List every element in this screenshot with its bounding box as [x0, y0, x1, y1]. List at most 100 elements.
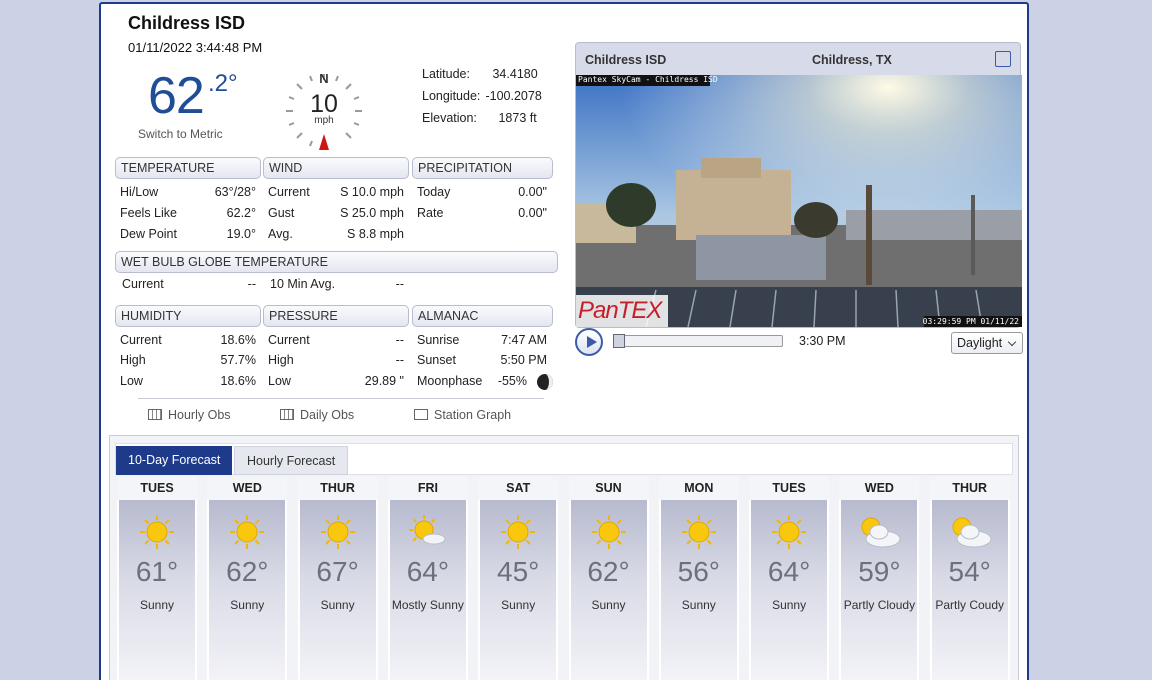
forecast-day[interactable]: TUES 64° Sunny [749, 476, 830, 680]
forecast-day-name: THUR [929, 476, 1010, 500]
wind-row-value: S 25.0 mph [340, 206, 404, 220]
humidity-row-label: Low [120, 374, 143, 388]
wind-row: Current S 10.0 mph [268, 185, 404, 199]
temperature-row: Feels Like 62.2° [120, 206, 256, 220]
forecast-day-condition: Sunny [139, 598, 175, 612]
timeline-slider[interactable] [613, 334, 783, 348]
wet-bulb-row-value: -- [395, 277, 404, 291]
compass-wind-unit: mph [314, 115, 334, 126]
humidity-row-label: High [120, 353, 146, 367]
almanac-row-value: 7:47 AM [501, 333, 547, 347]
precipitation-row: Rate 0.00" [417, 206, 547, 220]
humidity-row-value: 18.6% [220, 333, 256, 347]
tab-10-day-forecast[interactable]: 10-Day Forecast [116, 446, 233, 475]
humidity-row: Current 18.6% [120, 333, 256, 347]
sun-icon [209, 512, 285, 552]
camera-mode-select[interactable]: Daylight [951, 332, 1023, 354]
forecast-day[interactable]: TUES 61° Sunny [117, 476, 197, 680]
temperature-header: TEMPERATURE [115, 157, 261, 179]
forecast-day[interactable]: FRI 64° Mostly Sunny [387, 476, 468, 680]
almanac-row-label: Sunset [417, 353, 456, 367]
forecast-day[interactable]: MON 56° Sunny [658, 476, 739, 680]
hourly-obs-label: Hourly Obs [168, 408, 231, 422]
forecast-day[interactable]: SAT 45° Sunny [478, 476, 559, 680]
forecast-day[interactable]: WED 62° Sunny [207, 476, 288, 680]
forecast-day-body: 62° Sunny [209, 500, 286, 680]
forecast-day-condition: Partly Coudy [935, 598, 1005, 612]
forecast-day[interactable]: WED 59° Partly Cloudy [839, 476, 920, 680]
almanac-row-value: 5:50 PM [500, 353, 547, 367]
forecast-day[interactable]: THUR 54° Partly Coudy [929, 476, 1010, 680]
wind-row-label: Current [268, 185, 310, 199]
precipitation-header: PRECIPITATION [412, 157, 553, 179]
almanac-row: Sunrise 7:47 AM [417, 333, 547, 347]
wind-direction-arrow-icon [319, 134, 329, 150]
almanac-row-value: -55% [497, 374, 527, 388]
longitude-row: Longitude: -100.2078 [422, 89, 542, 103]
humidity-row: Low 18.6% [120, 374, 256, 388]
forecast-day-condition: Sunny [501, 598, 536, 612]
humidity-row-label: Current [120, 333, 162, 347]
wind-row: Gust S 25.0 mph [268, 206, 404, 220]
forecast-day-temp: 54° [948, 556, 991, 587]
expand-icon[interactable] [995, 51, 1011, 67]
forecast-day-name: WED [839, 476, 920, 500]
forecast-day-condition: Sunny [320, 598, 355, 612]
pressure-row-label: High [268, 353, 294, 367]
precipitation-row: Today 0.00" [417, 185, 547, 199]
webcam-panel: Childress ISD Childress, TX Pantex SkyCa… [575, 42, 1022, 328]
mostly-sunny-icon [390, 512, 466, 552]
partly-cloudy-icon [841, 512, 917, 552]
webcam-image[interactable]: Pantex SkyCam - Childress ISD 03:29:59 P… [576, 75, 1022, 327]
daily-obs-label: Daily Obs [300, 408, 355, 422]
wind-header: WIND [263, 157, 409, 179]
camera-mode-value: Daylight [957, 336, 1003, 350]
temperature-row-value: 63°/28° [214, 185, 256, 199]
temperature-row: Hi/Low 63°/28° [120, 185, 256, 199]
tab-hourly-forecast[interactable]: Hourly Forecast [234, 446, 349, 475]
wet-bulb-header: WET BULB GLOBE TEMPERATURE [115, 251, 558, 273]
pressure-row-label: Current [268, 333, 310, 347]
partly-cloudy-icon [932, 512, 1008, 552]
slider-thumb[interactable] [613, 334, 625, 348]
station-title: Childress ISD [128, 13, 246, 33]
forecast-day-name: THUR [297, 476, 378, 500]
pressure-section: PRESSURE [263, 305, 409, 327]
temperature-row-label: Feels Like [120, 206, 177, 220]
sun-icon [480, 512, 556, 552]
forecast-day-name: TUES [117, 476, 197, 500]
almanac-row: Sunset 5:50 PM [417, 353, 547, 367]
switch-units-link[interactable]: Switch to Metric [138, 127, 223, 141]
forecast-day[interactable]: SUN 62° Sunny [568, 476, 649, 680]
forecast-day-temp: 67° [316, 556, 359, 587]
forecast-day-body: 54° Partly Coudy [931, 500, 1008, 680]
humidity-row-value: 57.7% [220, 353, 256, 367]
forecast-day-body: 64° Sunny [751, 500, 828, 680]
elevation-label: Elevation: [422, 111, 477, 125]
forecast-day-body: 61° Sunny [119, 500, 195, 680]
precipitation-section: PRECIPITATION [412, 157, 553, 179]
latitude-row: Latitude: 34.4180 [422, 67, 538, 81]
forecast-day-temp: 64° [767, 556, 811, 587]
daily-obs-link[interactable]: Daily Obs [280, 408, 354, 422]
wind-section: WIND [263, 157, 409, 179]
pressure-row-value: 29.89 " [364, 374, 404, 388]
wet-bulb-row-value: -- [247, 277, 256, 291]
play-icon[interactable] [575, 328, 603, 356]
forecast-day-body: 64° Mostly Sunny [389, 500, 466, 680]
humidity-section: HUMIDITY [115, 305, 261, 327]
sun-icon [119, 512, 195, 552]
latitude-label: Latitude: [422, 67, 470, 81]
humidity-row: High 57.7% [120, 353, 256, 367]
sun-icon [751, 512, 827, 552]
wet-bulb-row-label: Current [122, 277, 164, 291]
almanac-row-label: Sunrise [417, 333, 460, 347]
longitude-label: Longitude: [422, 89, 481, 103]
pressure-row: Current -- [268, 333, 404, 347]
almanac-header: ALMANAC [412, 305, 553, 327]
station-graph-link[interactable]: Station Graph [414, 408, 511, 422]
hourly-obs-link[interactable]: Hourly Obs [148, 408, 231, 422]
forecast-day[interactable]: THUR 67° Sunny [297, 476, 378, 680]
pressure-row-value: -- [395, 353, 404, 367]
table-icon [280, 409, 294, 420]
